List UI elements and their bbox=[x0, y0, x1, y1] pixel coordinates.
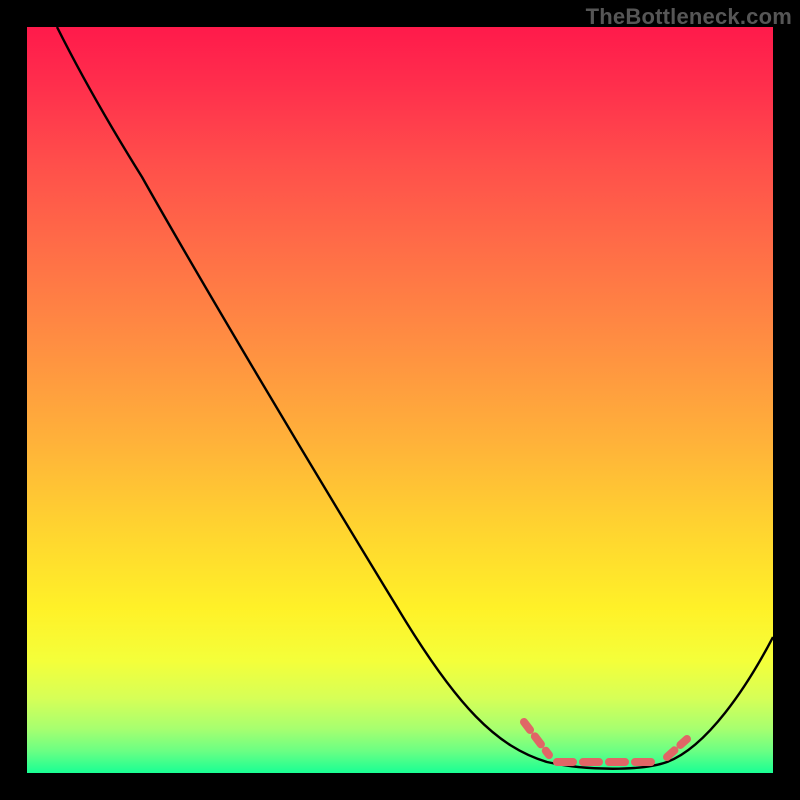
plot-area bbox=[27, 27, 773, 773]
minimum-marker-left bbox=[524, 722, 549, 755]
bottleneck-curve bbox=[57, 27, 773, 769]
chart-frame: TheBottleneck.com bbox=[0, 0, 800, 800]
chart-svg bbox=[27, 27, 773, 773]
